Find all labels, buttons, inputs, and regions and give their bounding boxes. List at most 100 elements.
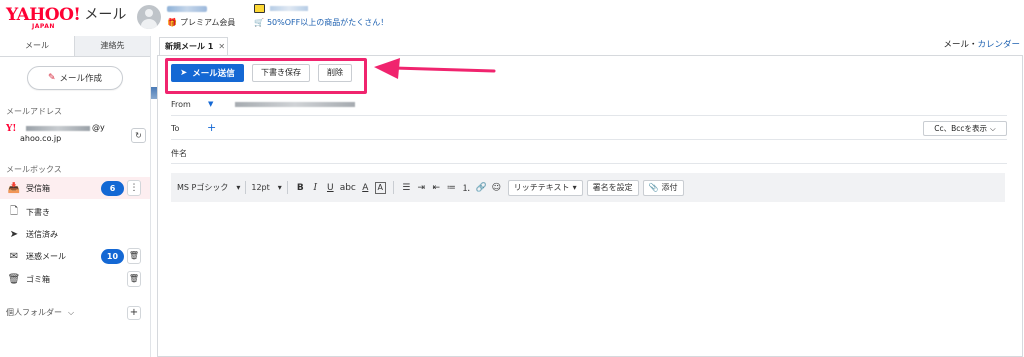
draft-icon: 🗋: [9, 205, 19, 217]
delete-button[interactable]: 削除: [318, 64, 352, 82]
annotation-arrow-icon: [374, 58, 496, 79]
to-label: To: [171, 124, 180, 133]
address-tail: @y: [92, 123, 105, 132]
numbered-list-icon[interactable]: ⒈: [459, 181, 474, 194]
compose-tab[interactable]: 新規メール 1 ✕: [159, 37, 228, 55]
personal-folders-toggle[interactable]: 個人フォルダー ⌵: [6, 307, 74, 318]
paperclip-icon: 📎: [648, 183, 659, 192]
unread-badge: 10: [101, 249, 124, 264]
mailbox-label: 迷惑メール: [26, 251, 66, 261]
yahoo-y-icon: Y!: [6, 124, 17, 134]
cc-label: Cc、Bccを表示: [934, 124, 988, 133]
caret-down-icon: ▾: [236, 183, 241, 192]
attach-label: 添付: [661, 183, 678, 192]
divider: [392, 181, 394, 194]
outdent-icon[interactable]: ⇤: [429, 183, 444, 193]
strikethrough-icon[interactable]: abc: [338, 183, 358, 193]
send-label: メール送信: [192, 69, 235, 79]
font-size-select[interactable]: 12pt ▾: [251, 183, 281, 192]
show-cc-bcc-button[interactable]: Cc、Bccを表示 ⌵: [923, 121, 1007, 136]
avatar[interactable]: [137, 5, 161, 29]
mailbox-drafts[interactable]: 🗋 下書き: [0, 201, 150, 223]
divider: [245, 181, 247, 194]
bullet-list-icon[interactable]: ≔: [444, 183, 459, 193]
pencil-icon: ✎: [47, 73, 56, 83]
format-toolbar: MS Pゴシック ▾ 12pt ▾ B I U abc A A ☰ ⇥ ⇤ ≔ …: [171, 173, 1005, 202]
shopping-icon: [254, 4, 265, 13]
close-icon[interactable]: ✕: [218, 42, 225, 51]
emoji-icon[interactable]: ☺: [489, 183, 504, 193]
sidebar-tabs: メール 連絡先: [0, 36, 150, 57]
logo-subtext: JAPAN: [32, 23, 55, 30]
blurred-promo-title[interactable]: [270, 6, 308, 11]
chevron-down-icon: ⌵: [990, 123, 996, 133]
add-recipient-icon[interactable]: +: [207, 121, 216, 134]
compose-button[interactable]: ✎ メール作成: [27, 66, 123, 90]
link-icon[interactable]: 🔗: [474, 183, 489, 193]
cart-icon: 🛒: [254, 18, 264, 27]
text-color-icon[interactable]: A: [358, 183, 373, 193]
mailbox-inbox[interactable]: 📥 受信箱 6 ⋮: [0, 177, 150, 199]
breadcrumb: メール・カレンダー: [943, 38, 1020, 50]
empty-trash-icon[interactable]: 🗑: [127, 271, 141, 287]
mailbox-label: 下書き: [26, 207, 50, 217]
sent-icon: ➤: [9, 228, 19, 240]
caret-down-icon: ▾: [572, 183, 577, 192]
spam-icon: ✉: [9, 250, 19, 262]
breadcrumb-current: メール: [943, 40, 969, 50]
mailbox-label: 送信済み: [26, 229, 58, 239]
subject-row[interactable]: 件名: [171, 142, 1007, 164]
align-left-icon[interactable]: ☰: [399, 183, 414, 193]
indent-icon[interactable]: ⇥: [414, 183, 429, 193]
from-row[interactable]: From ▼: [171, 94, 1007, 116]
logo-mail-text: メール: [84, 7, 127, 23]
add-folder-icon[interactable]: +: [127, 306, 141, 320]
mailbox-section-label: メールボックス: [6, 165, 62, 174]
richtext-label: リッチテキスト: [513, 183, 570, 192]
trash-icon: 🗑: [7, 273, 21, 285]
empty-spam-trash-icon[interactable]: 🗑: [127, 248, 141, 264]
address-section-label: メールアドレス: [6, 107, 62, 116]
underline-icon[interactable]: U: [323, 183, 338, 193]
mailbox-sent[interactable]: ➤ 送信済み: [0, 223, 150, 245]
inbox-icon: 📥: [7, 182, 21, 194]
mailbox-label: ゴミ箱: [26, 274, 50, 284]
signature-button[interactable]: 署名を設定: [586, 179, 639, 196]
unread-badge: 6: [101, 181, 124, 196]
more-options-icon[interactable]: ⋮: [127, 180, 141, 196]
compose-tab-title: 新規メール 1: [165, 42, 214, 51]
attach-button[interactable]: 📎 添付: [642, 179, 684, 196]
chevron-down-icon: ⌵: [68, 307, 75, 317]
italic-icon[interactable]: I: [308, 183, 323, 193]
caret-down-icon[interactable]: ▼: [208, 100, 213, 108]
to-row[interactable]: To + Cc、Bccを表示 ⌵: [171, 118, 1007, 140]
richtext-select[interactable]: リッチテキスト ▾: [507, 179, 583, 196]
save-draft-button[interactable]: 下書き保存: [252, 64, 310, 82]
app-header: YAHOO! JAPAN メール 🎁 プレミアム会員 🛒 50%OFF以上の商品…: [0, 0, 1024, 36]
mailbox-trash[interactable]: 🗑 ゴミ箱 🗑: [0, 268, 150, 290]
font-select[interactable]: MS Pゴシック ▾: [177, 182, 240, 193]
gift-icon: 🎁: [167, 18, 177, 27]
yahoo-logo[interactable]: YAHOO! JAPAN メール: [6, 6, 127, 30]
mailbox-spam[interactable]: ✉ 迷惑メール 10 🗑: [0, 245, 150, 267]
font-name: MS Pゴシック: [177, 183, 229, 192]
mailbox-label: 受信箱: [26, 183, 50, 193]
font-size: 12pt: [251, 183, 270, 192]
mail-address-row: Y! @y ahoo.co.jp ↻: [6, 123, 146, 148]
bold-icon[interactable]: B: [293, 183, 308, 193]
tab-mail[interactable]: メール: [0, 36, 75, 56]
calendar-link[interactable]: カレンダー: [977, 40, 1020, 50]
blurred-username[interactable]: [167, 6, 207, 12]
caret-down-icon: ▾: [277, 183, 282, 192]
tab-contacts[interactable]: 連絡先: [75, 36, 150, 56]
sidebar: メール 連絡先 ✎ メール作成 メールアドレス Y! @y ahoo.co.jp…: [0, 36, 151, 357]
premium-member-link[interactable]: 🎁 プレミアム会員: [167, 17, 235, 28]
blurred-address: [26, 126, 90, 131]
highlight-color-icon[interactable]: A: [374, 181, 386, 194]
promo-link[interactable]: 🛒 50%OFF以上の商品がたくさん！: [254, 17, 388, 28]
send-icon: ➤: [180, 68, 188, 78]
subject-label: 件名: [171, 149, 187, 158]
compose-label: メール作成: [59, 74, 103, 84]
refresh-icon[interactable]: ↻: [131, 128, 146, 143]
send-button[interactable]: ➤ メール送信: [171, 64, 244, 82]
